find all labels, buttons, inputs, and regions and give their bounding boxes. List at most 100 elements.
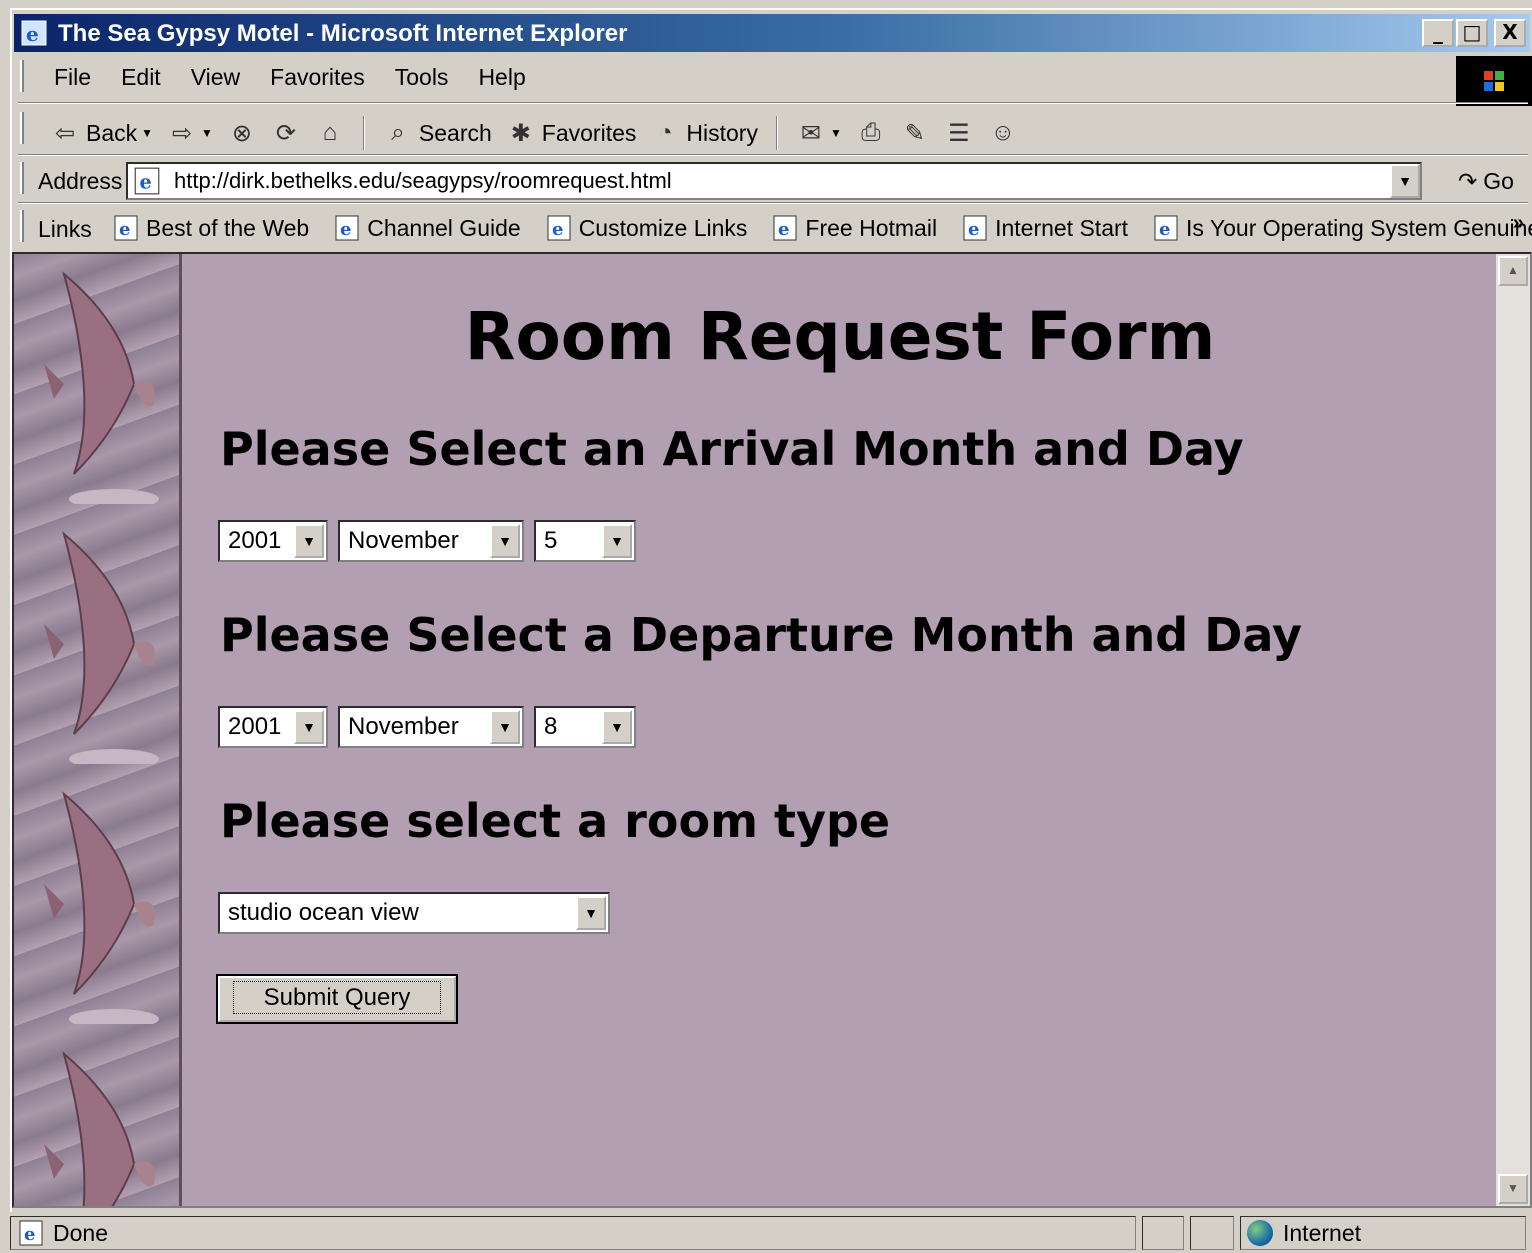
security-zone-pane: Internet bbox=[1240, 1216, 1526, 1250]
maximize-button[interactable]: □ bbox=[1456, 19, 1488, 47]
scroll-up-button[interactable]: ▲ bbox=[1498, 256, 1528, 286]
window-title: The Sea Gypsy Motel - Microsoft Internet… bbox=[58, 20, 628, 47]
search-button[interactable]: ⌕ Search bbox=[383, 118, 492, 148]
refresh-icon[interactable]: ⟳ bbox=[271, 118, 301, 148]
ie-logo-icon: e bbox=[21, 20, 47, 46]
link-label: Free Hotmail bbox=[805, 214, 938, 241]
zone-label: Internet bbox=[1283, 1219, 1361, 1246]
chevron-down-icon[interactable]: ▼ bbox=[602, 524, 632, 558]
select-value: 2001 bbox=[228, 713, 282, 740]
dropdown-arrow-icon[interactable]: ▼ bbox=[141, 126, 153, 140]
select-value: studio ocean view bbox=[228, 899, 419, 926]
favorites-star-icon: ✱ bbox=[510, 119, 531, 147]
close-button[interactable]: X bbox=[1494, 19, 1526, 47]
menu-tools[interactable]: Tools bbox=[395, 64, 449, 91]
dropdown-arrow-icon[interactable]: ▼ bbox=[201, 126, 213, 140]
scroll-down-button[interactable]: ▼ bbox=[1498, 1174, 1528, 1204]
menu-bar: File Edit View Favorites Tools Help bbox=[18, 56, 1450, 96]
minimize-button[interactable]: _ bbox=[1422, 19, 1454, 47]
address-url: http://dirk.bethelks.edu/seagypsy/roomre… bbox=[174, 168, 672, 193]
ie-page-icon: e bbox=[112, 214, 140, 242]
ie-page-icon: e bbox=[17, 1219, 45, 1247]
angelfish-icon bbox=[44, 531, 159, 764]
dropdown-arrow-icon[interactable]: ▼ bbox=[830, 126, 842, 140]
select-value: November bbox=[348, 713, 459, 740]
page-viewport: Room Request Form Please Select an Arriv… bbox=[12, 252, 1532, 1208]
link-free-hotmail[interactable]: e Free Hotmail bbox=[771, 214, 937, 242]
link-best-of-the-web[interactable]: e Best of the Web bbox=[112, 214, 309, 242]
standard-toolbar: ⇦ Back ▼ ⇨ ▼ ⊗ ⟳ ⌂ ⌕ Search ✱ Favorites … bbox=[18, 108, 1530, 154]
menu-file[interactable]: File bbox=[54, 64, 91, 91]
separator bbox=[18, 102, 1528, 104]
home-icon[interactable]: ⌂ bbox=[315, 118, 345, 148]
arrival-day-select[interactable]: 5 ▼ bbox=[534, 520, 636, 562]
link-label: Customize Links bbox=[578, 214, 748, 241]
address-label: Address bbox=[38, 168, 123, 194]
ie-page-icon: e bbox=[333, 214, 361, 242]
history-button[interactable]: ◔ History bbox=[650, 118, 758, 148]
fish-background-strip bbox=[14, 254, 182, 1206]
go-button[interactable]: ↷ Go bbox=[1458, 168, 1514, 195]
toolbar-grip[interactable] bbox=[20, 210, 24, 242]
links-bar: Links e Best of the Web e Channel Guide … bbox=[18, 206, 1532, 252]
submit-query-button[interactable]: Submit Query bbox=[216, 974, 458, 1024]
ie-page-icon: e bbox=[134, 167, 160, 195]
toolbar-grip[interactable] bbox=[20, 112, 24, 144]
angelfish-icon bbox=[44, 1051, 155, 1206]
link-os-genuine[interactable]: e Is Your Operating System Genuine bbox=[1152, 214, 1532, 242]
address-dropdown-button[interactable]: ▼ bbox=[1390, 164, 1420, 198]
svg-text:e: e bbox=[778, 219, 789, 240]
separator bbox=[18, 154, 1528, 156]
status-text-pane: e Done bbox=[10, 1216, 1136, 1250]
status-bar: e Done Internet bbox=[10, 1212, 1532, 1253]
windows-throbber bbox=[1456, 56, 1532, 106]
vertical-scrollbar[interactable]: ▲ ▼ bbox=[1496, 254, 1530, 1206]
ie-page-icon: e bbox=[1152, 214, 1180, 242]
departure-year-select[interactable]: 2001 ▼ bbox=[218, 706, 328, 748]
back-button[interactable]: ⇦ Back ▼ bbox=[50, 118, 153, 148]
menu-view[interactable]: View bbox=[191, 64, 240, 91]
link-customize-links[interactable]: e Customize Links bbox=[545, 214, 748, 242]
menu-help[interactable]: Help bbox=[478, 64, 525, 91]
departure-heading: Please Select a Departure Month and Day bbox=[220, 608, 1303, 662]
print-icon[interactable]: ⎙ bbox=[856, 118, 886, 148]
go-label: Go bbox=[1483, 168, 1514, 194]
departure-month-select[interactable]: November ▼ bbox=[338, 706, 524, 748]
departure-day-select[interactable]: 8 ▼ bbox=[534, 706, 636, 748]
separator bbox=[18, 202, 1528, 204]
arrival-year-select[interactable]: 2001 ▼ bbox=[218, 520, 328, 562]
links-label: Links bbox=[38, 216, 92, 242]
room-type-select[interactable]: studio ocean view ▼ bbox=[218, 892, 610, 934]
messenger-icon[interactable]: ☺ bbox=[988, 118, 1018, 148]
address-bar: Address e http://dirk.bethelks.edu/seagy… bbox=[18, 158, 1530, 204]
svg-text:e: e bbox=[24, 1224, 35, 1245]
arrival-month-select[interactable]: November ▼ bbox=[338, 520, 524, 562]
svg-text:e: e bbox=[968, 219, 979, 240]
chevron-down-icon[interactable]: ▼ bbox=[576, 896, 606, 930]
address-input[interactable]: e http://dirk.bethelks.edu/seagypsy/room… bbox=[126, 162, 1422, 200]
edit-icon[interactable]: ✎ bbox=[900, 118, 930, 148]
history-label: History bbox=[686, 119, 758, 146]
links-overflow-chevron[interactable]: » bbox=[1513, 212, 1524, 235]
link-internet-start[interactable]: e Internet Start bbox=[961, 214, 1128, 242]
toolbar-grip[interactable] bbox=[20, 162, 24, 194]
chevron-down-icon[interactable]: ▼ bbox=[294, 710, 324, 744]
search-label: Search bbox=[418, 119, 492, 146]
svg-text:e: e bbox=[1159, 219, 1170, 240]
chevron-down-icon[interactable]: ▼ bbox=[490, 710, 520, 744]
link-channel-guide[interactable]: e Channel Guide bbox=[333, 214, 521, 242]
chevron-down-icon[interactable]: ▼ bbox=[490, 524, 520, 558]
toolbar-grip[interactable] bbox=[20, 60, 24, 92]
menu-favorites[interactable]: Favorites bbox=[270, 64, 365, 91]
favorites-button[interactable]: ✱ Favorites bbox=[506, 118, 637, 148]
chevron-down-icon[interactable]: ▼ bbox=[294, 524, 324, 558]
stop-icon[interactable]: ⊗ bbox=[227, 118, 257, 148]
forward-button[interactable]: ⇨ ▼ bbox=[167, 118, 213, 148]
svg-text:e: e bbox=[26, 22, 39, 46]
chevron-down-icon[interactable]: ▼ bbox=[602, 710, 632, 744]
discuss-icon[interactable]: ☰ bbox=[944, 118, 974, 148]
menu-edit[interactable]: Edit bbox=[121, 64, 161, 91]
link-label: Internet Start bbox=[995, 214, 1129, 241]
favorites-label: Favorites bbox=[541, 119, 637, 146]
mail-button[interactable]: ✉ ▼ bbox=[796, 118, 842, 148]
